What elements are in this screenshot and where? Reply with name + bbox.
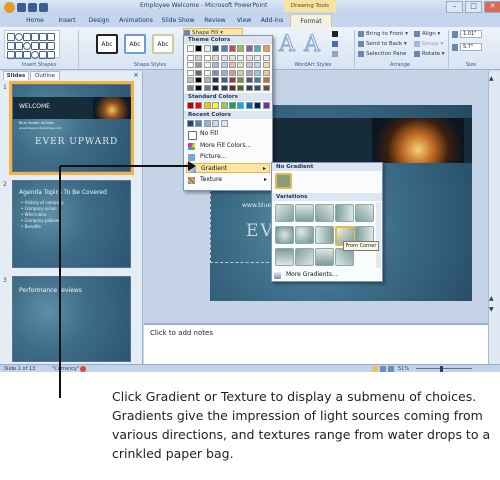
caption-text: Click Gradient or Texture to display a s… [112,389,491,461]
callout-arrowhead [188,161,196,171]
